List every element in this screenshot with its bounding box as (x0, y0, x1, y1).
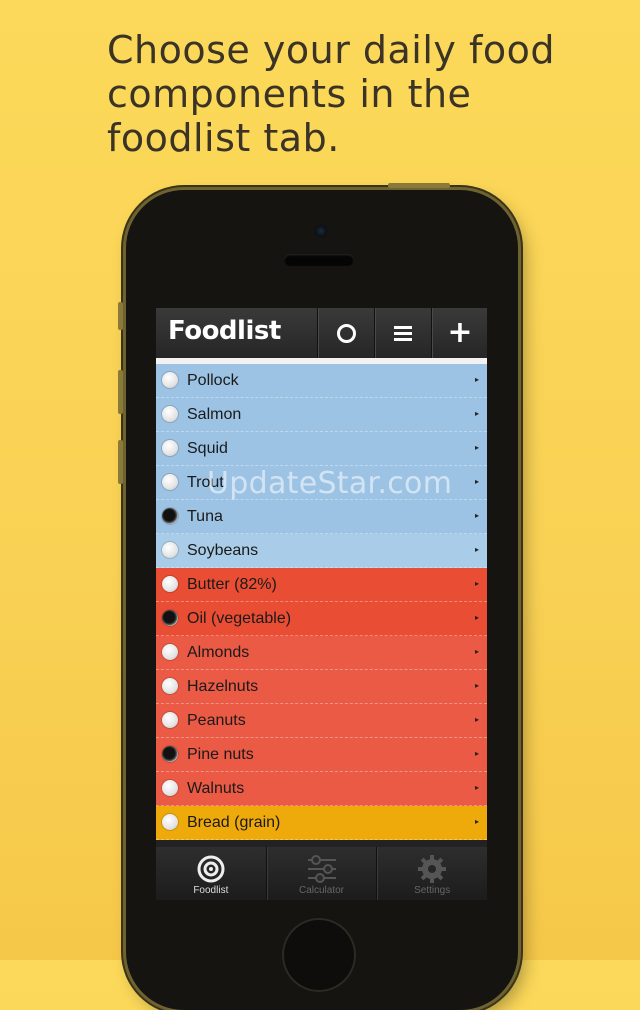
disclosure-arrow-icon[interactable]: ▸ (475, 409, 479, 418)
radio-empty-icon[interactable] (162, 814, 178, 830)
tab-bar: Foodlist Calculator Settings (156, 847, 487, 900)
radio-empty-icon[interactable] (162, 678, 178, 694)
food-label: Butter (82%) (187, 576, 277, 593)
list-button[interactable] (374, 308, 431, 358)
food-label: Soybeans (187, 542, 259, 559)
disclosure-arrow-icon[interactable]: ▸ (475, 443, 479, 452)
disclosure-arrow-icon[interactable]: ▸ (475, 613, 479, 622)
food-row[interactable]: Oil (vegetable) ▸ (156, 602, 487, 636)
plus-icon: + (447, 315, 473, 350)
deselect-button[interactable] (317, 308, 374, 358)
food-row[interactable]: Peanuts ▸ (156, 704, 487, 738)
tab-foodlist[interactable]: Foodlist (156, 847, 266, 900)
food-row[interactable]: Hazelnuts ▸ (156, 670, 487, 704)
radio-empty-icon[interactable] (162, 712, 178, 728)
radio-empty-icon[interactable] (162, 542, 178, 558)
tab-label: Calculator (298, 885, 345, 896)
radio-empty-icon[interactable] (162, 644, 178, 660)
radio-empty-icon[interactable] (162, 474, 178, 490)
mute-switch (118, 302, 123, 330)
food-row[interactable]: Pollock ▸ (156, 364, 487, 398)
food-label: Pollock (187, 372, 239, 389)
food-label: Peanuts (187, 712, 246, 729)
food-row[interactable]: Bread (grain) ▸ (156, 806, 487, 840)
disclosure-arrow-icon[interactable]: ▸ (475, 715, 479, 724)
disclosure-arrow-icon[interactable]: ▸ (475, 817, 479, 826)
power-button (388, 183, 450, 188)
watermark: UpdateStar.com (207, 466, 453, 501)
food-label: Squid (187, 440, 228, 457)
food-row[interactable]: Salmon ▸ (156, 398, 487, 432)
food-row[interactable]: Walnuts ▸ (156, 772, 487, 806)
disclosure-arrow-icon[interactable]: ▸ (475, 647, 479, 656)
disclosure-arrow-icon[interactable]: ▸ (475, 749, 479, 758)
radio-empty-icon[interactable] (162, 440, 178, 456)
app-screen: Foodlist + Pollock ▸ Salmon ▸ Squid ▸ Trout ▸ Tu… (156, 308, 487, 900)
food-label: Tuna (187, 508, 223, 525)
food-list: Pollock ▸ Salmon ▸ Squid ▸ Trout ▸ Tuna ▸ Soybeans… (156, 364, 487, 840)
disclosure-arrow-icon[interactable]: ▸ (475, 783, 479, 792)
volume-down-button (118, 440, 123, 484)
food-row[interactable]: Tuna ▸ (156, 500, 487, 534)
food-row[interactable]: Pine nuts ▸ (156, 738, 487, 772)
food-label: Bread (grain) (187, 814, 281, 831)
food-label: Almonds (187, 644, 250, 661)
tab-settings[interactable]: Settings (376, 847, 487, 900)
disclosure-arrow-icon[interactable]: ▸ (475, 579, 479, 588)
disclosure-arrow-icon[interactable]: ▸ (475, 375, 479, 384)
tab-calculator[interactable]: Calculator (265, 847, 377, 900)
earpiece-speaker (284, 254, 354, 266)
disclosure-arrow-icon[interactable]: ▸ (475, 681, 479, 690)
circle-icon (336, 323, 356, 343)
tab-label: Foodlist (193, 885, 229, 896)
radio-selected-icon[interactable] (162, 610, 178, 626)
food-label: Walnuts (187, 780, 245, 797)
nav-title: Foodlist (168, 316, 281, 346)
food-row[interactable]: Soybeans ▸ (156, 534, 487, 568)
front-camera (314, 224, 328, 238)
gear-icon (418, 855, 447, 883)
list-icon (394, 325, 412, 341)
disclosure-arrow-icon[interactable]: ▸ (475, 477, 479, 486)
tab-label: Settings (414, 885, 451, 896)
navigation-bar: Foodlist + (156, 308, 487, 364)
radio-selected-icon[interactable] (162, 508, 178, 524)
disclosure-arrow-icon[interactable]: ▸ (475, 511, 479, 520)
target-icon (197, 855, 225, 883)
volume-up-button (118, 370, 123, 414)
add-button[interactable]: + (431, 308, 487, 358)
radio-empty-icon[interactable] (162, 576, 178, 592)
disclosure-arrow-icon[interactable]: ▸ (475, 545, 479, 554)
food-row[interactable]: Almonds ▸ (156, 636, 487, 670)
radio-empty-icon[interactable] (162, 780, 178, 796)
food-label: Oil (vegetable) (187, 610, 292, 627)
food-row[interactable]: Squid ▸ (156, 432, 487, 466)
food-label: Salmon (187, 406, 242, 423)
radio-empty-icon[interactable] (162, 406, 178, 422)
home-button[interactable] (282, 918, 356, 992)
headline: Choose your daily food components in the… (107, 28, 555, 160)
food-label: Hazelnuts (187, 678, 259, 695)
sliders-icon (307, 855, 336, 883)
food-label: Pine nuts (187, 746, 254, 763)
food-row[interactable]: Butter (82%) ▸ (156, 568, 487, 602)
radio-selected-icon[interactable] (162, 746, 178, 762)
radio-empty-icon[interactable] (162, 372, 178, 388)
